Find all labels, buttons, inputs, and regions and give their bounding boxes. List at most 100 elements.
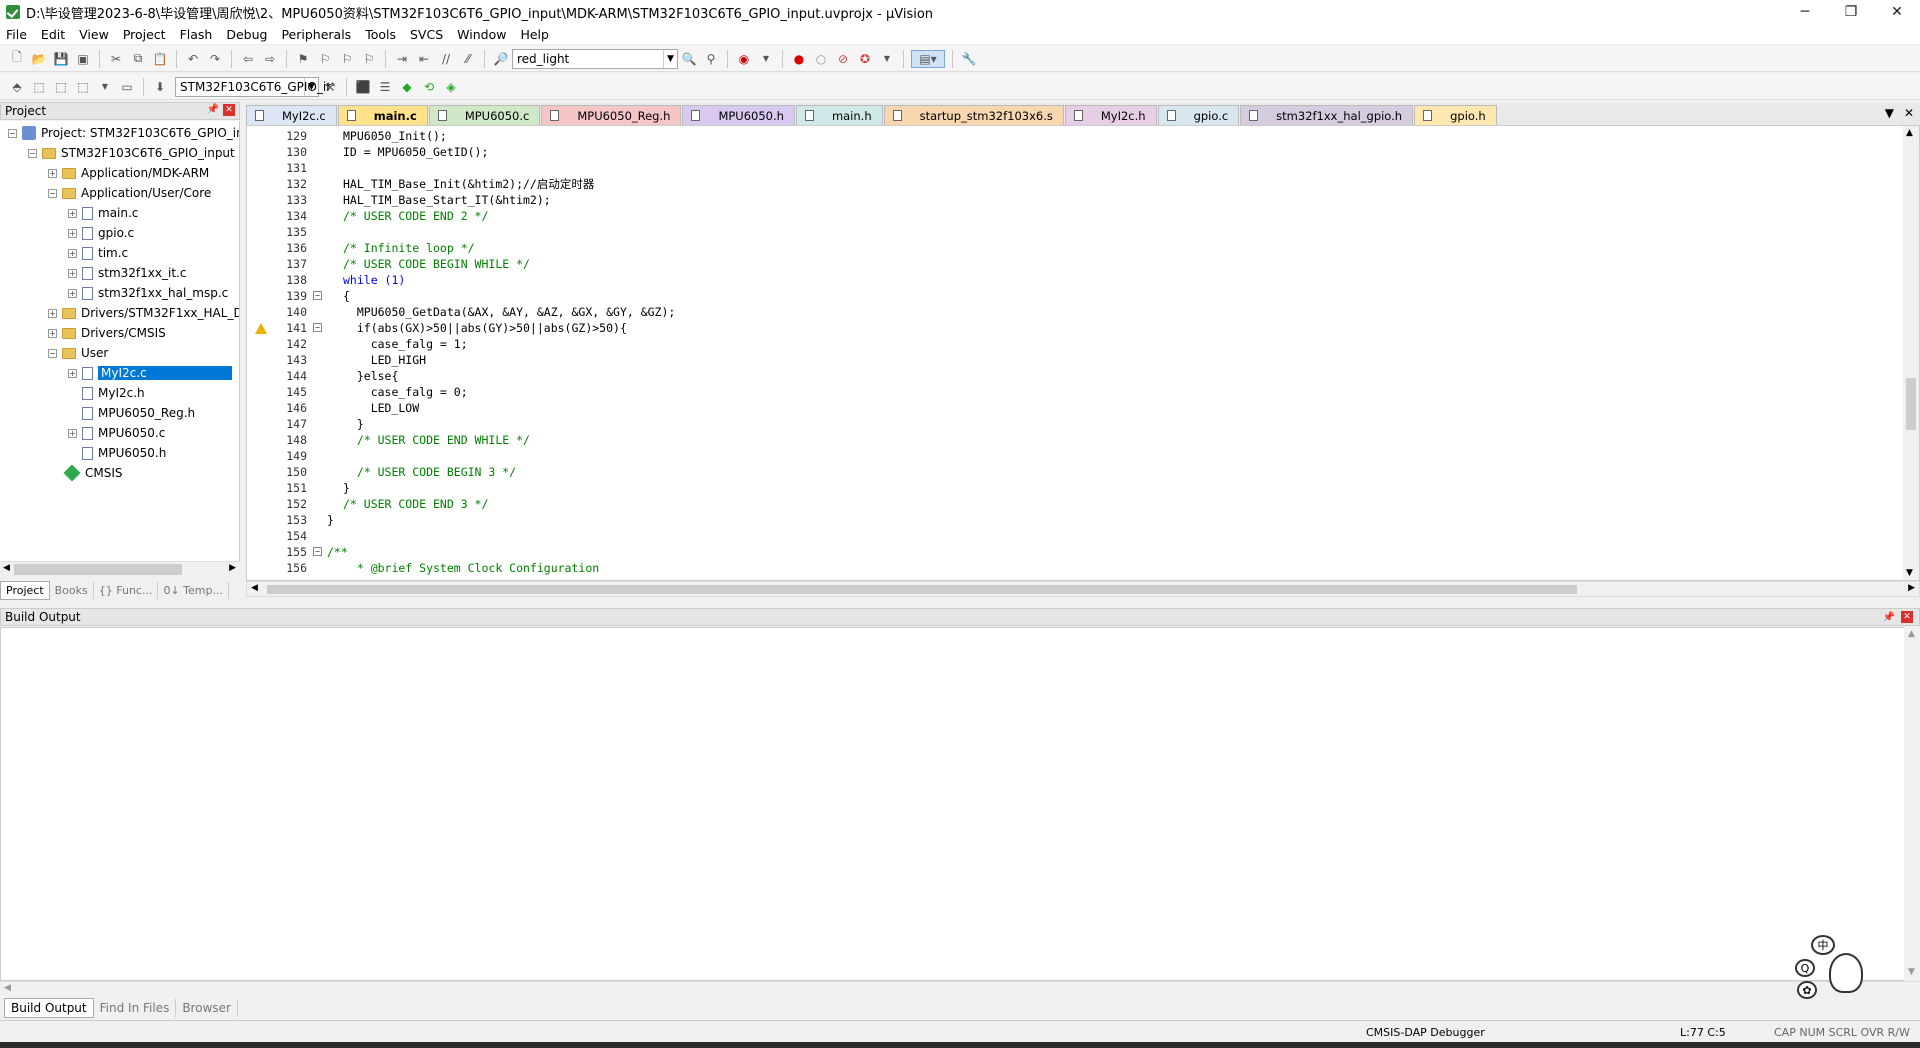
fold-toggle-icon[interactable]: − — [313, 547, 322, 556]
expand-icon[interactable]: + — [68, 248, 77, 258]
find-icon[interactable]: 🔍 — [680, 50, 698, 68]
pin-icon[interactable]: 📌 — [207, 104, 219, 116]
mascot-overlay[interactable]: 中 Q ✿ — [1783, 935, 1863, 1001]
editor-tab[interactable]: MyI2c.c — [246, 105, 337, 125]
minimize-button[interactable]: ─ — [1782, 0, 1828, 24]
expand-icon[interactable]: + — [48, 168, 57, 178]
run-time-environment-icon[interactable]: ◈ — [442, 78, 460, 96]
menu-edit[interactable]: Edit — [41, 27, 65, 42]
expand-icon[interactable]: + — [68, 268, 77, 278]
code-line[interactable]: 150 /* USER CODE BEGIN 3 */ — [247, 464, 1897, 480]
close-window-button[interactable]: ✕ — [1874, 0, 1920, 24]
download-icon[interactable]: ⬇ — [151, 78, 169, 96]
scroll-down-icon[interactable]: ▼ — [1906, 568, 1913, 578]
tree-item-file[interactable]: + gpio.c — [68, 223, 134, 243]
editor-tab[interactable]: MPU6050_Reg.h — [541, 105, 682, 125]
paw-icon[interactable]: ✿ — [1797, 981, 1817, 999]
code-line[interactable]: 134 /* USER CODE END 2 */ — [247, 208, 1897, 224]
menu-file[interactable]: File — [6, 27, 27, 42]
dropdown-arrow-icon[interactable]: ▼ — [757, 50, 775, 68]
editor-tab[interactable]: MPU6050.h — [682, 105, 795, 125]
redo-icon[interactable]: ↷ — [206, 50, 224, 68]
unindent-icon[interactable]: ⇤ — [415, 50, 433, 68]
tree-item-group[interactable]: − Application/User/Core — [48, 183, 211, 203]
menu-tools[interactable]: Tools — [365, 27, 396, 42]
cut-icon[interactable]: ✂ — [107, 50, 125, 68]
collapse-icon[interactable]: − — [28, 148, 37, 158]
expand-icon[interactable]: + — [48, 308, 57, 318]
indent-icon[interactable]: ⇥ — [393, 50, 411, 68]
expand-icon[interactable]: + — [68, 428, 77, 438]
code-line[interactable]: 154 — [247, 528, 1897, 544]
dropdown-arrow-icon[interactable]: ▼ — [878, 50, 896, 68]
rebuild-icon[interactable]: ⬚ — [52, 78, 70, 96]
menu-peripherals[interactable]: Peripherals — [281, 27, 351, 42]
new-file-icon[interactable]: 🗋 — [8, 50, 26, 68]
editor-tab[interactable]: stm32f1xx_hal_gpio.h — [1240, 105, 1414, 125]
clear-bookmarks-icon[interactable]: ⚐ — [360, 50, 378, 68]
find-combo[interactable]: red_light ▼ — [512, 48, 678, 69]
disable-all-breakpoints-icon[interactable]: ⊘ — [834, 50, 852, 68]
expand-icon[interactable]: + — [68, 368, 77, 378]
code-line[interactable]: 147 } — [247, 416, 1897, 432]
tree-item-group[interactable]: + Drivers/CMSIS — [48, 323, 166, 343]
code-line[interactable]: 133 HAL_TIM_Base_Start_IT(&htim2); — [247, 192, 1897, 208]
code-line[interactable]: 149 — [247, 448, 1897, 464]
code-line[interactable]: 153} — [247, 512, 1897, 528]
debug-session-icon[interactable]: ◉ — [735, 50, 753, 68]
build-output-horizontal-scrollbar[interactable]: ◀ — [0, 981, 1920, 995]
tree-item-file[interactable]: MPU6050.h — [82, 443, 166, 463]
code-line[interactable]: 135 — [247, 224, 1897, 240]
translate-icon[interactable]: ⬘ — [8, 78, 26, 96]
manage-project-items-icon[interactable]: ☰ — [376, 78, 394, 96]
collapse-icon[interactable]: − — [8, 128, 17, 138]
batch-build-icon[interactable]: ⬚ — [74, 78, 92, 96]
tree-item-cmsis[interactable]: CMSIS — [63, 463, 123, 483]
code-line[interactable]: 139− { — [247, 288, 1897, 304]
tree-item-target[interactable]: − STM32F103C6T6_GPIO_input — [28, 143, 235, 163]
code-line[interactable]: 137 /* USER CODE BEGIN WHILE */ — [247, 256, 1897, 272]
build-output-text-area[interactable] — [0, 627, 1920, 981]
chevron-down-icon[interactable]: ▼ — [304, 77, 318, 96]
prev-bookmark-icon[interactable]: ⚐ — [316, 50, 334, 68]
tree-item-group[interactable]: + Drivers/STM32F1xx_HAL_Driv — [48, 303, 239, 323]
menu-help[interactable]: Help — [520, 27, 549, 42]
editor-tab[interactable]: MPU6050.c — [428, 105, 541, 125]
editor-tab[interactable]: gpio.h — [1414, 105, 1497, 125]
file-extensions-icon[interactable]: ⬛ — [354, 78, 372, 96]
target-combo[interactable]: STM32F103C6T6_GPIO_ir ▼ — [175, 76, 331, 97]
copy-icon[interactable]: ⧉ — [129, 50, 147, 68]
code-line[interactable]: 131 — [247, 160, 1897, 176]
code-line[interactable]: 132 HAL_TIM_Base_Init(&htim2);//启动定时器 — [247, 176, 1897, 192]
scroll-right-icon[interactable]: ▶ — [229, 563, 236, 573]
chevron-down-icon[interactable]: ▼ — [663, 49, 677, 68]
comment-icon[interactable]: // — [437, 50, 455, 68]
uncomment-icon[interactable]: ⁄⁄ — [459, 50, 477, 68]
code-line[interactable]: 144 }else{ — [247, 368, 1897, 384]
code-line[interactable]: 141− if(abs(GX)>50||abs(GY)>50||abs(GZ)>… — [247, 320, 1897, 336]
select-packs-icon[interactable]: ◆ — [398, 78, 416, 96]
paste-icon[interactable]: 📋 — [151, 50, 169, 68]
editor-tab[interactable]: gpio.c — [1157, 105, 1240, 125]
collapse-icon[interactable]: − — [48, 188, 57, 198]
build-output-vertical-scrollbar[interactable]: ▲ ▼ — [1904, 627, 1920, 981]
dropdown-arrow-icon[interactable]: ▼ — [96, 78, 114, 96]
scroll-right-icon[interactable]: ▶ — [1908, 583, 1915, 593]
open-file-icon[interactable]: 📂 — [30, 50, 48, 68]
window-layout-icon[interactable]: ▤▾ — [911, 49, 945, 68]
code-line[interactable]: 143 LED_HIGH — [247, 352, 1897, 368]
code-line[interactable]: 136 /* Infinite loop */ — [247, 240, 1897, 256]
tab-books[interactable]: Books — [50, 581, 94, 599]
tab-templates[interactable]: 0↓ Temp... — [158, 581, 229, 599]
menu-project[interactable]: Project — [123, 27, 166, 42]
editor-tab-active[interactable]: main.c — [337, 105, 428, 125]
next-bookmark-icon[interactable]: ⚐ — [338, 50, 356, 68]
scroll-left-icon[interactable]: ◀ — [251, 583, 258, 593]
tab-build-output[interactable]: Build Output — [4, 998, 94, 1018]
find-in-files-icon[interactable]: 🔎 — [492, 50, 510, 68]
code-line[interactable]: 130 ID = MPU6050_GetID(); — [247, 144, 1897, 160]
close-panel-button[interactable]: ✕ — [223, 104, 235, 116]
code-line[interactable]: 145 case_falg = 0; — [247, 384, 1897, 400]
tab-project[interactable]: Project — [0, 580, 50, 600]
fold-toggle-icon[interactable]: − — [313, 323, 322, 332]
